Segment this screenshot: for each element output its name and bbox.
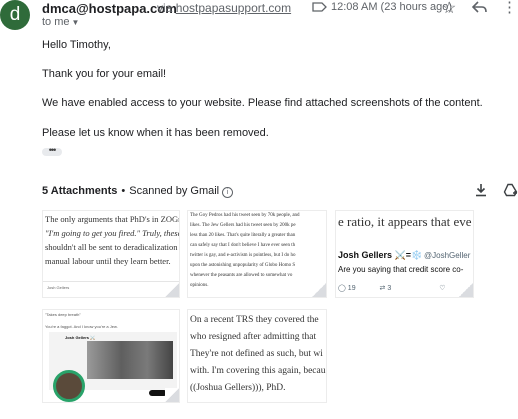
to-label: to me [42, 16, 70, 28]
thumb3-retweet-count: 3 [387, 285, 392, 292]
star-icon[interactable]: ☆ [442, 0, 456, 18]
thumb3-tweet-actions: ◯ 19 ⇄ 3 ♡ [338, 284, 446, 292]
thumb1-footer: Josh Gellers [47, 285, 70, 290]
thumb5-line: ((Joshua Gellers))), PhD. [190, 383, 286, 393]
recipient-details-toggle[interactable]: to me ▼ [42, 16, 79, 28]
label-icon[interactable] [312, 2, 327, 12]
thumb4-profile-avatar [53, 370, 85, 402]
info-icon[interactable]: i [222, 187, 234, 198]
thumb3-headline: e ratio, it appears that eve [338, 214, 472, 229]
thumb3-reply-count: 19 [347, 285, 356, 292]
thumb1-line: "I'm going to get you fired." Truly, the… [45, 228, 179, 238]
chevron-down-icon[interactable]: ▼ [72, 18, 80, 27]
thumb4-line: You're a faggot. And I know you're a Jew… [45, 324, 118, 329]
thumb3-tweet-text: Are you saying that credit score co- [338, 265, 464, 274]
thumb2-line: less than 20 likes. That's quite literal… [190, 233, 296, 238]
message-timestamp: 12:08 AM (23 hours ago) [331, 1, 453, 13]
attachment-thumbnail-4[interactable]: "Takes deep breath" You're a faggot. And… [43, 310, 179, 402]
attachments-count: 5 Attachments [42, 185, 118, 197]
thumb5-line: with. I'm covering this again, becau [190, 366, 326, 376]
thumb5-line: On a recent TRS they covered the [190, 315, 319, 325]
page-fold-icon [165, 388, 179, 402]
page-fold-icon [459, 283, 473, 297]
separator-dot: • [121, 185, 126, 197]
via-domain-link[interactable]: hostpapasupport.com [176, 1, 291, 15]
attachment-thumbnail-2[interactable]: The Goy Pedros had his tweet seen by 70k… [188, 211, 326, 297]
greeting-text: Hello Timothy, [42, 39, 111, 51]
via-domain: via hostpapasupport.com [157, 1, 291, 15]
heart-icon: ♡ [439, 285, 446, 292]
reply-bubble-icon: ◯ [338, 285, 346, 292]
attachment-thumbnail-1[interactable]: The only arguments that PhD's in ZOGn "I… [43, 211, 179, 297]
body-line-access: We have enabled access to your website. … [42, 97, 483, 109]
attachment-thumbnail-3[interactable]: e ratio, it appears that eve Josh Geller… [336, 211, 473, 297]
show-trimmed-content-button[interactable]: ••• [42, 146, 62, 156]
retweet-icon: ⇄ [379, 285, 386, 292]
thumb2-line: upon the astonishing unpopularity of Glo… [190, 263, 296, 268]
thumb1-line: shouldn't all be sent to deradicalizatio… [45, 242, 178, 252]
thumb5-line: They're not defined as such, but wi [190, 349, 323, 359]
attachment-thumbnail-5[interactable]: On a recent TRS they covered the who res… [188, 310, 326, 402]
thumb5-line: who resigned after admitting that [190, 332, 317, 342]
thumb3-author-handle: @JoshGeller [424, 251, 471, 260]
thumb2-line: likes. The Jew Gellers had his tweet see… [190, 223, 296, 228]
attachments-header: 5 Attachments • Scanned by Gmail i [42, 185, 234, 198]
thumb4-line: "Takes deep breath" [45, 312, 81, 317]
via-prefix: via [157, 1, 173, 15]
thumb2-line: twitter is gay, and e-activism is pointl… [190, 253, 296, 258]
thumb2-line: The Goy Pedros had his tweet seen by 70k… [190, 213, 300, 218]
thumb3-author-name: Josh Gellers ⚔️=❄️ [338, 250, 423, 260]
reply-icon[interactable] [472, 0, 488, 15]
body-line-request: Please let us know when it has been remo… [42, 127, 269, 139]
add-to-drive-icon[interactable] [503, 183, 518, 198]
thumb4-profile-name: Josh Gellers ⚔️ [65, 335, 96, 340]
page-fold-icon [312, 283, 326, 297]
thumb4-banner-photo [87, 341, 173, 379]
sender-avatar[interactable]: d [0, 0, 30, 30]
thumb1-line: manual labour until they learn better. [45, 256, 171, 266]
scanned-label: Scanned by Gmail [129, 185, 220, 197]
page-fold-icon [165, 283, 179, 297]
more-vert-icon[interactable]: ⋮ [502, 0, 517, 16]
thumb2-line: can safely say that I don't believe I ha… [190, 243, 296, 248]
thumb2-line: opinions. [190, 283, 209, 288]
thumb1-line: The only arguments that PhD's in ZOGn [45, 214, 179, 224]
download-icon[interactable] [474, 183, 488, 197]
thumb1-divider [43, 281, 179, 282]
body-line-thanks: Thank you for your email! [42, 68, 167, 80]
thumb2-line: whenever the peasants are allowed to som… [190, 273, 293, 278]
